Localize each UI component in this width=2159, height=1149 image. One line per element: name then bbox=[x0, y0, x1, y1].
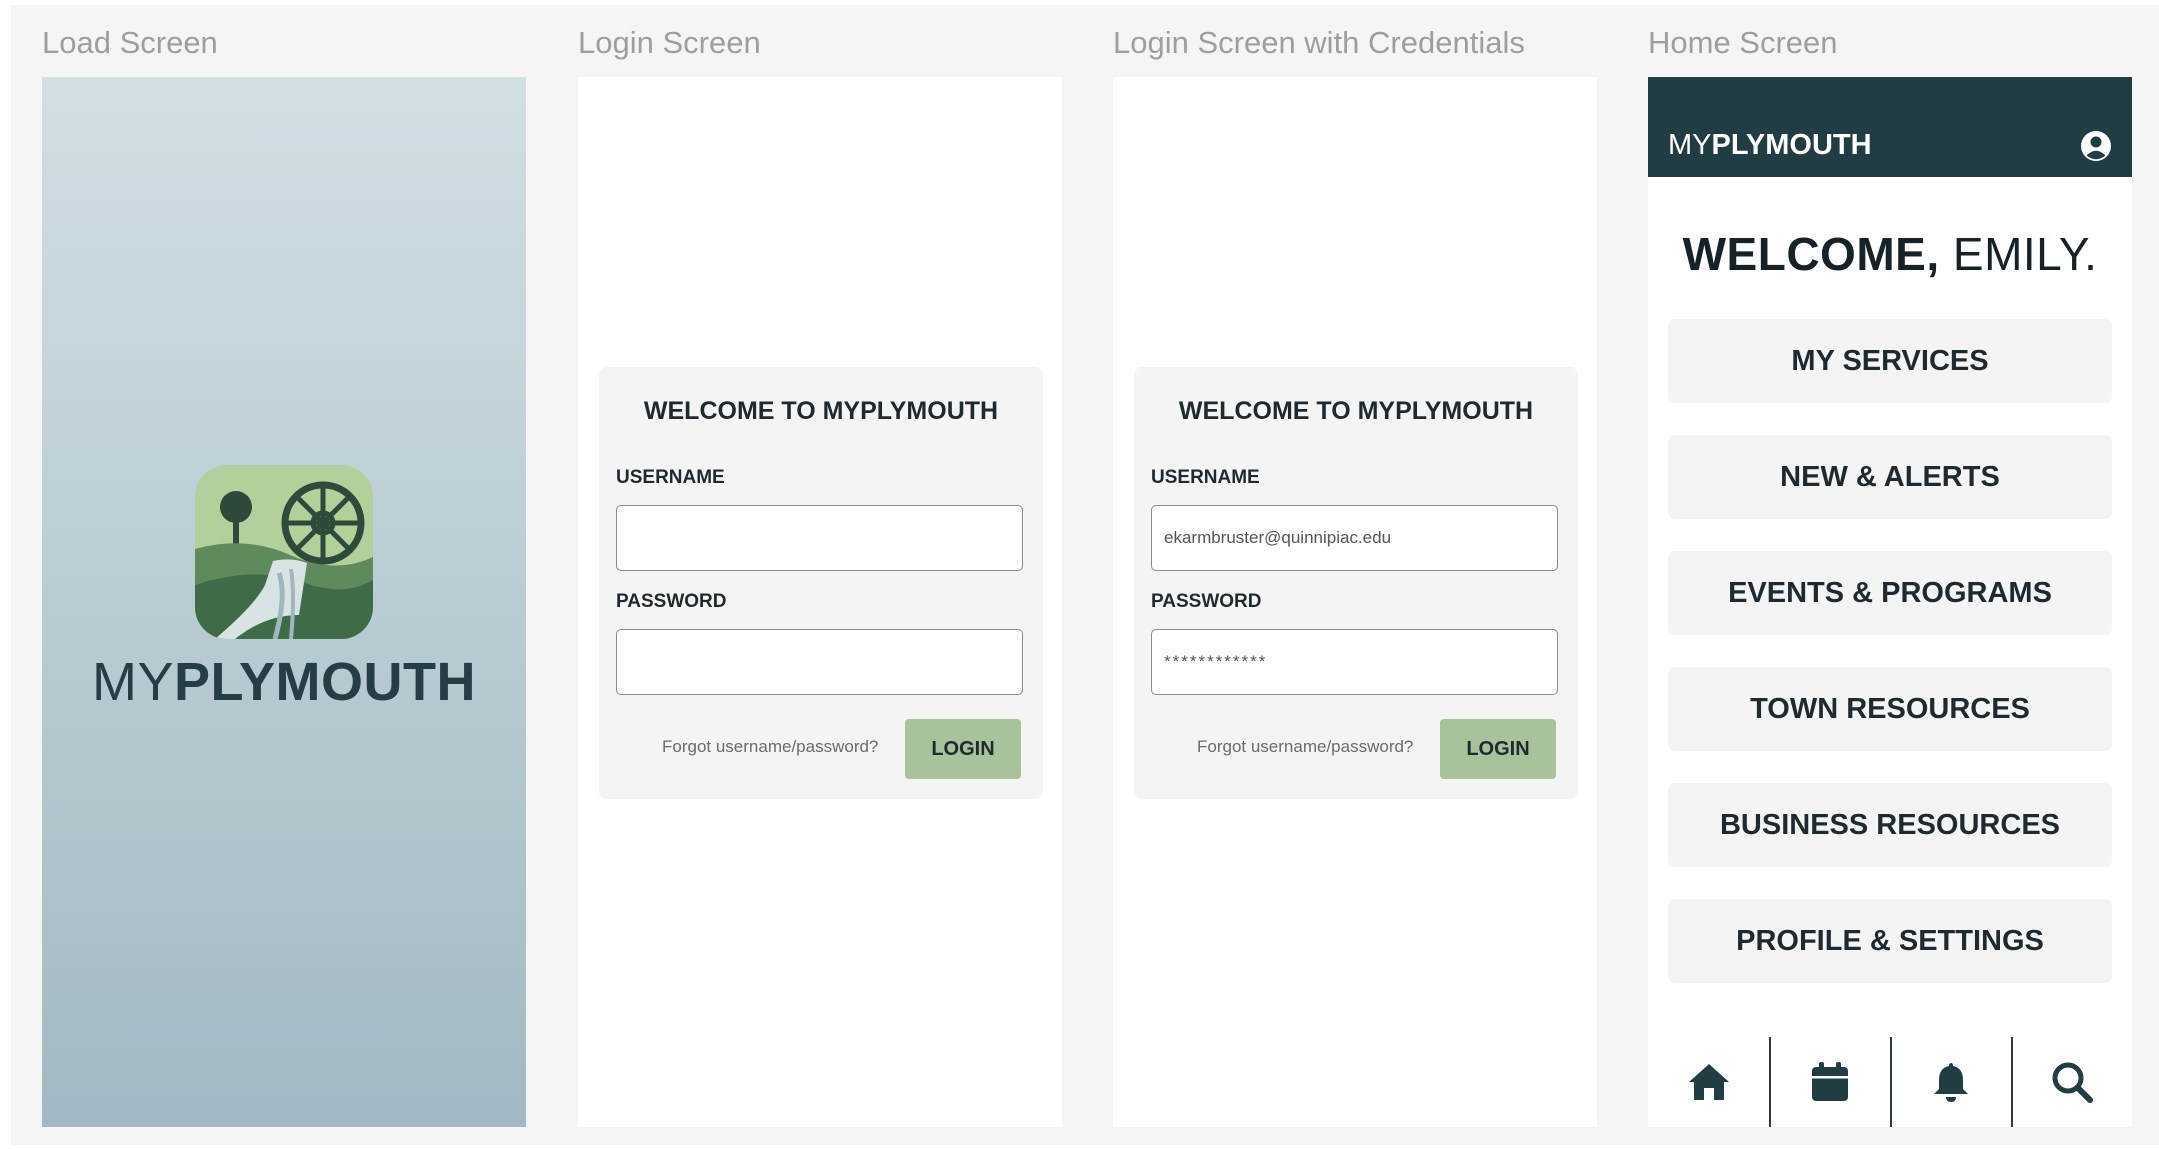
account-icon[interactable] bbox=[2080, 130, 2112, 162]
bell-icon bbox=[1933, 1063, 1968, 1102]
frame-label-login: Login Screen bbox=[578, 25, 761, 60]
wordmark-name: PLYMOUTH bbox=[173, 652, 477, 712]
design-canvas: Load Screen Login Screen Login Screen wi… bbox=[11, 5, 2159, 1145]
tab-home[interactable] bbox=[1648, 1037, 1769, 1127]
username-label: USERNAME bbox=[1151, 467, 1260, 488]
menu-town-resources[interactable]: TOWN RESOURCES bbox=[1668, 667, 2112, 751]
load-screen: MYPLYMOUTH bbox=[42, 77, 526, 1127]
wordmark-prefix: MY bbox=[91, 652, 174, 712]
welcome-greeting: WELCOME, bbox=[1682, 228, 1940, 280]
login-card: WELCOME TO MYPLYMOUTH USERNAME PASSWORD … bbox=[599, 367, 1043, 799]
frame-label-home: Home Screen bbox=[1648, 25, 1838, 60]
header-logo-name: PLYMOUTH bbox=[1711, 129, 1872, 161]
menu-profile-settings[interactable]: PROFILE & SETTINGS bbox=[1668, 899, 2112, 983]
search-icon bbox=[2052, 1062, 2093, 1103]
bottom-tab-bar bbox=[1648, 1037, 2132, 1127]
login-button[interactable]: LOGIN bbox=[905, 719, 1021, 779]
header-logo-prefix: MY bbox=[1668, 129, 1712, 161]
login-card: WELCOME TO MYPLYMOUTH USERNAME ekarmbrus… bbox=[1134, 367, 1578, 799]
forgot-password-link[interactable]: Forgot username/password? bbox=[1197, 737, 1413, 757]
tab-notifications[interactable] bbox=[1890, 1037, 2011, 1127]
home-icon bbox=[1688, 1064, 1729, 1100]
password-input[interactable]: ************ bbox=[1151, 629, 1558, 695]
calendar-icon bbox=[1811, 1062, 1848, 1101]
username-input[interactable]: ekarmbruster@quinnipiac.edu bbox=[1151, 505, 1558, 571]
home-screen: MYPLYMOUTH WELCOME, EMILY. MY SERVICES N… bbox=[1648, 77, 2132, 1127]
username-input[interactable] bbox=[616, 505, 1023, 571]
login-screen-credentials: WELCOME TO MYPLYMOUTH USERNAME ekarmbrus… bbox=[1113, 77, 1597, 1127]
app-header: MYPLYMOUTH bbox=[1648, 77, 2132, 177]
forgot-password-link[interactable]: Forgot username/password? bbox=[662, 737, 878, 757]
login-title: WELCOME TO MYPLYMOUTH bbox=[643, 397, 999, 425]
menu-business-resources[interactable]: BUSINESS RESOURCES bbox=[1668, 783, 2112, 867]
tab-search[interactable] bbox=[2011, 1037, 2132, 1127]
app-wordmark: MYPLYMOUTH bbox=[42, 651, 526, 713]
header-logo[interactable]: MYPLYMOUTH bbox=[1668, 129, 1872, 162]
menu-events-programs[interactable]: EVENTS & PROGRAMS bbox=[1668, 551, 2112, 635]
password-label: PASSWORD bbox=[1151, 591, 1262, 612]
welcome-heading: WELCOME, EMILY. bbox=[1648, 227, 2132, 281]
username-label: USERNAME bbox=[616, 467, 725, 488]
frame-label-load: Load Screen bbox=[42, 25, 218, 60]
app-logo-icon bbox=[195, 465, 373, 639]
welcome-name: EMILY. bbox=[1952, 228, 2098, 280]
login-button[interactable]: LOGIN bbox=[1440, 719, 1556, 779]
menu-my-services[interactable]: MY SERVICES bbox=[1668, 319, 2112, 403]
password-input[interactable] bbox=[616, 629, 1023, 695]
menu-news-alerts[interactable]: NEW & ALERTS bbox=[1668, 435, 2112, 519]
tab-calendar[interactable] bbox=[1769, 1037, 1890, 1127]
frame-label-login-credentials: Login Screen with Credentials bbox=[1113, 25, 1525, 60]
password-label: PASSWORD bbox=[616, 591, 727, 612]
login-screen: WELCOME TO MYPLYMOUTH USERNAME PASSWORD … bbox=[578, 77, 1062, 1127]
login-title: WELCOME TO MYPLYMOUTH bbox=[1178, 397, 1534, 425]
